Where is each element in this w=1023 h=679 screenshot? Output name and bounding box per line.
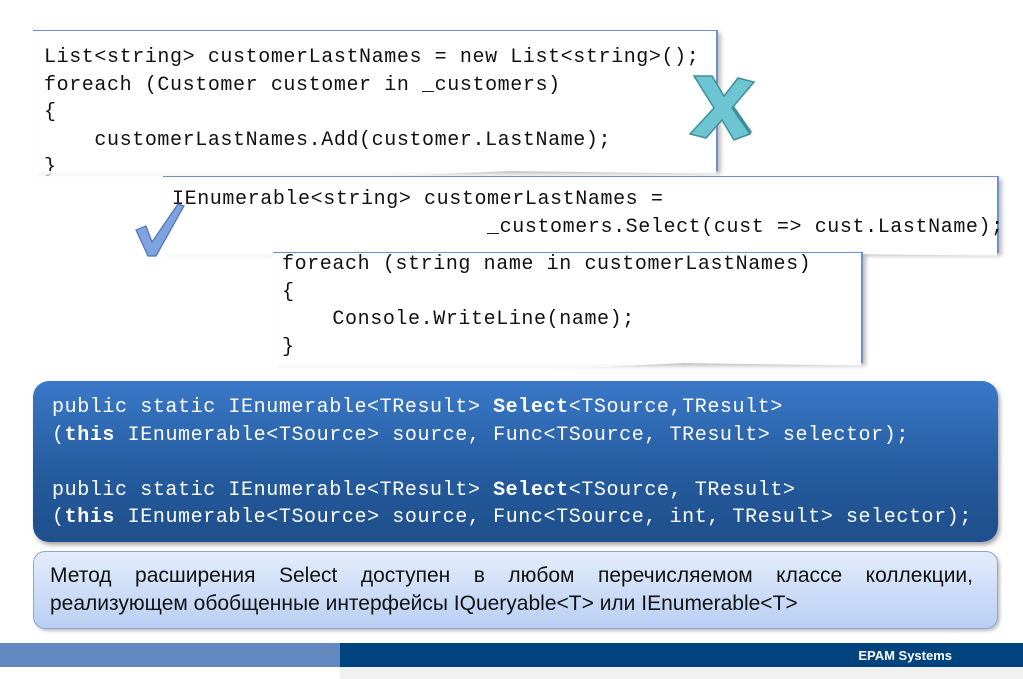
footer-left-band: [0, 643, 340, 667]
signatures: public static IEnumerable<TResult> Selec…: [52, 396, 972, 529]
loop-code-card: foreach (string name in customerLastName…: [273, 252, 863, 363]
company-name: EPAM Systems: [858, 648, 952, 663]
old-code: List<string> customerLastNames = new Lis…: [44, 46, 700, 179]
footer-strip: [340, 667, 1023, 679]
footer-bar: EPAM Systems: [340, 643, 1023, 667]
new-code: IEnumerable<string> customerLastNames = …: [172, 188, 1004, 239]
loop-code: foreach (string name in customerLastName…: [282, 253, 812, 359]
note-box: Метод расширения Select доступен в любом…: [33, 551, 998, 629]
note-text: Метод расширения Select доступен в любом…: [50, 564, 973, 615]
x-mark-icon: [688, 75, 756, 141]
select-signatures-box: public static IEnumerable<TResult> Selec…: [33, 381, 998, 542]
new-code-card: IEnumerable<string> customerLastNames = …: [163, 176, 1003, 253]
old-code-card: List<string> customerLastNames = new Lis…: [33, 30, 718, 179]
check-mark-icon: [135, 203, 185, 257]
